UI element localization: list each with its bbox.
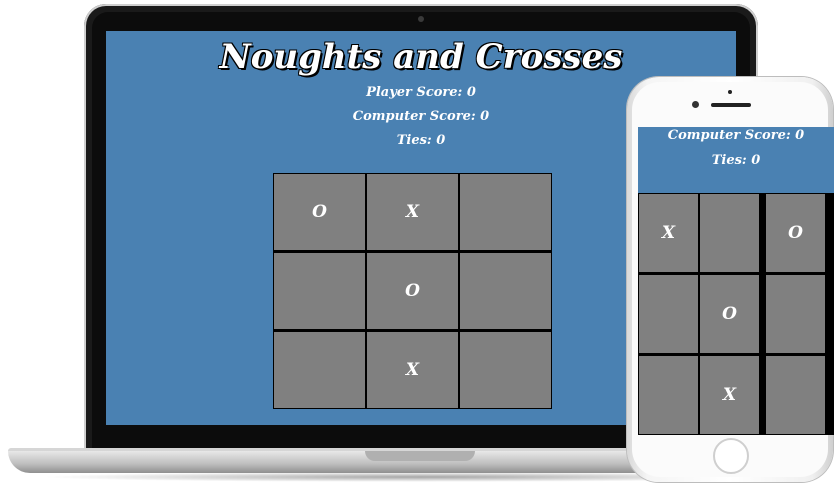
- phone-game-board: X O O X: [638, 193, 834, 435]
- phone-board-cell[interactable]: [639, 356, 698, 434]
- phone-computer-score: Computer Score: 0: [667, 128, 805, 143]
- laptop-notch: [365, 451, 475, 461]
- phone-board-cell[interactable]: [766, 356, 825, 434]
- phone-ties-count: Ties: 0: [711, 153, 761, 168]
- board-cell[interactable]: [460, 253, 551, 329]
- phone-sensor-icon: [728, 90, 732, 94]
- phone-board-cell[interactable]: X: [700, 356, 759, 434]
- game-board: O X O X: [273, 173, 552, 409]
- board-cell[interactable]: O: [274, 174, 365, 250]
- board-cell[interactable]: [460, 332, 551, 408]
- board-cell[interactable]: O: [367, 253, 458, 329]
- phone-speaker-icon: [711, 103, 751, 107]
- phone-screen: Computer Score: 0 Ties: 0 X O O X: [638, 127, 834, 435]
- phone-board-cell[interactable]: O: [700, 275, 759, 353]
- phone-board-cell[interactable]: [639, 275, 698, 353]
- phone-board-cell[interactable]: O: [766, 194, 825, 272]
- board-cell[interactable]: [274, 332, 365, 408]
- phone-camera-icon: [692, 101, 699, 108]
- board-cell[interactable]: X: [367, 174, 458, 250]
- page-title: Noughts and Crosses: [219, 37, 623, 77]
- phone-board-cell[interactable]: [700, 194, 759, 272]
- phone-home-button[interactable]: [713, 438, 749, 474]
- laptop-camera-icon: [418, 16, 424, 22]
- board-cell[interactable]: [274, 253, 365, 329]
- phone-board-cell[interactable]: X: [639, 194, 698, 272]
- phone-board-cell[interactable]: [766, 275, 825, 353]
- board-cell[interactable]: [460, 174, 551, 250]
- board-cell[interactable]: X: [367, 332, 458, 408]
